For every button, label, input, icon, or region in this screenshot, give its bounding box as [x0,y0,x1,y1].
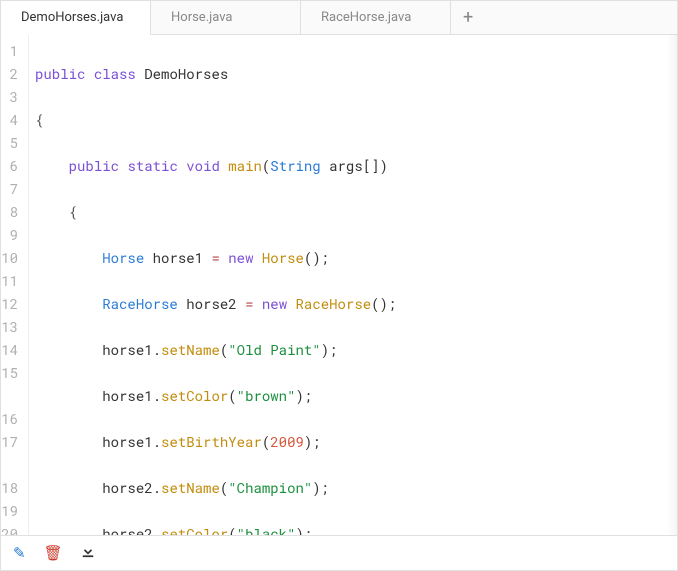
line-number: 5 [1,131,22,154]
code-line: horse1.setColor("brown"); [35,384,564,407]
download-icon[interactable] [81,544,95,562]
line-number: 3 [1,85,22,108]
line-number: 12 [1,292,22,315]
code-line: RaceHorse horse2 = new RaceHorse(); [35,292,564,315]
line-gutter: 1 2 3 4 5 6 7 8 9 10 11 12 13 14 15 16 1… [1,35,29,535]
line-number: 6 [1,154,22,177]
line-number: 10 [1,246,22,269]
line-number: 19 [1,499,22,522]
editor-footer: ✎ 🗑 [1,535,677,570]
tab-bar: DemoHorses.java Horse.java RaceHorse.jav… [1,1,677,35]
line-number: 13 [1,315,22,338]
code-line: { [35,200,564,223]
tab-racehorse[interactable]: RaceHorse.java [301,1,451,34]
code-editor[interactable]: 1 2 3 4 5 6 7 8 9 10 11 12 13 14 15 16 1… [1,35,677,535]
code-line: public static void main(String args[]) [35,154,564,177]
code-line: public class DemoHorses [35,62,564,85]
line-number: 1 [1,39,22,62]
line-number: 4 [1,108,22,131]
code-line: horse2.setColor("black"); [35,522,564,535]
line-number: 8 [1,200,22,223]
edit-icon[interactable]: ✎ [13,544,26,562]
tab-horse[interactable]: Horse.java [151,1,301,34]
line-number: 7 [1,177,22,200]
add-tab-button[interactable]: + [451,1,485,34]
tab-demohorses[interactable]: DemoHorses.java [1,1,151,35]
delete-icon[interactable]: 🗑 [44,544,63,562]
code-line: Horse horse1 = new Horse(); [35,246,564,269]
code-area[interactable]: public class DemoHorses { public static … [29,35,564,535]
code-line: horse1.setName("Old Paint"); [35,338,564,361]
line-number: 2 [1,62,22,85]
line-number: 16 [1,407,22,430]
scrollbar-track[interactable] [667,35,677,535]
tab-label: DemoHorses.java [21,10,123,25]
line-number: 15 [1,361,22,384]
line-number: 9 [1,223,22,246]
code-line: { [35,108,564,131]
tab-label: Horse.java [171,10,232,25]
line-number: 14 [1,338,22,361]
tab-label: RaceHorse.java [321,10,411,25]
line-number [1,453,22,476]
line-number [1,384,22,407]
line-number: 11 [1,269,22,292]
line-number: 18 [1,476,22,499]
line-number: 20 [1,522,22,535]
line-number: 17 [1,430,22,453]
plus-icon: + [463,7,473,28]
code-line: horse2.setName("Champion"); [35,476,564,499]
code-line: horse1.setBirthYear(2009); [35,430,564,453]
